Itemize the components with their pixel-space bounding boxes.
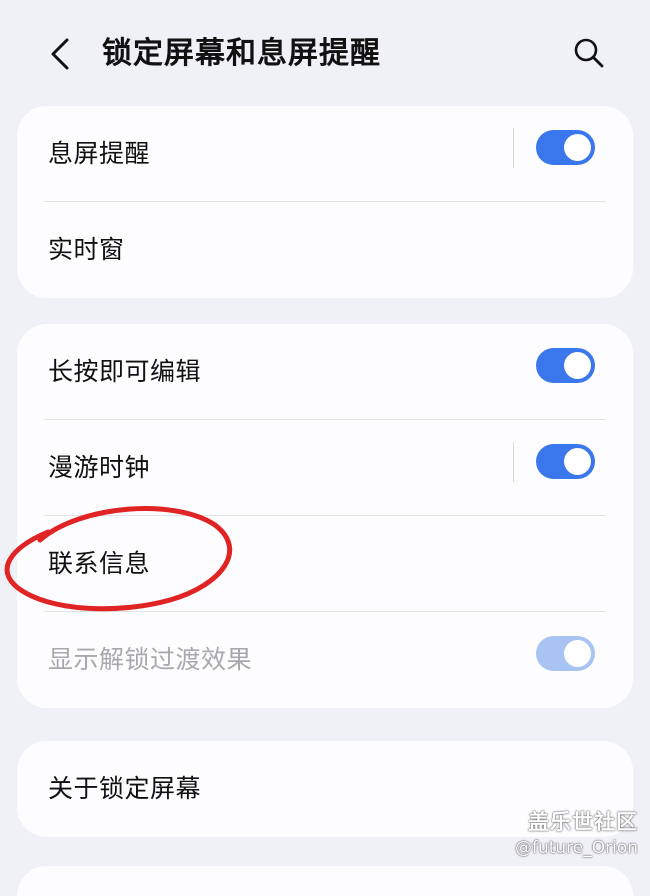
setting-row-unlock-transition[interactable]: 显示解锁过渡效果 (17, 612, 633, 708)
setting-row-always-on-display[interactable]: 息屏提醒 (17, 106, 633, 202)
setting-label: 联系信息 (48, 549, 151, 578)
settings-card-aod: 息屏提醒 实时窗 (17, 106, 633, 298)
toggle-knob (564, 640, 591, 667)
chevron-left-icon (51, 38, 69, 70)
setting-label: 实时窗 (48, 235, 125, 264)
aod-toggle[interactable] (536, 130, 595, 165)
setting-label: 显示解锁过渡效果 (48, 645, 253, 674)
setting-label: 关于锁定屏幕 (48, 774, 202, 803)
back-button[interactable] (38, 30, 82, 78)
setting-row-long-press-edit[interactable]: 长按即可编辑 (17, 324, 633, 420)
watermark-user: @future_Orion (514, 838, 638, 858)
setting-label: 息屏提醒 (48, 139, 151, 168)
search-icon (574, 38, 604, 68)
toggle-knob (564, 134, 591, 161)
switch-divider (513, 128, 514, 168)
setting-label: 长按即可编辑 (48, 357, 202, 386)
setting-row-live-window[interactable]: 实时窗 (17, 202, 633, 298)
roaming-clock-toggle[interactable] (536, 444, 595, 479)
switch-divider (513, 442, 514, 482)
toggle-knob (564, 448, 591, 475)
toggle-knob (564, 352, 591, 379)
top-app-bar: 锁定屏幕和息屏提醒 (0, 0, 650, 108)
long-press-edit-toggle[interactable] (536, 348, 595, 383)
search-button[interactable] (566, 30, 612, 76)
unlock-transition-toggle[interactable] (536, 636, 595, 671)
next-card-edge (17, 866, 633, 896)
setting-row-contact-info[interactable]: 联系信息 (17, 516, 633, 612)
setting-label: 漫游时钟 (48, 453, 151, 482)
watermark-brand: 盖乐世社区 (528, 810, 638, 834)
settings-card-lockscreen: 长按即可编辑 漫游时钟 联系信息 显示解锁过渡效果 (17, 324, 633, 708)
page-title: 锁定屏幕和息屏提醒 (102, 36, 381, 71)
setting-row-roaming-clock[interactable]: 漫游时钟 (17, 420, 633, 516)
